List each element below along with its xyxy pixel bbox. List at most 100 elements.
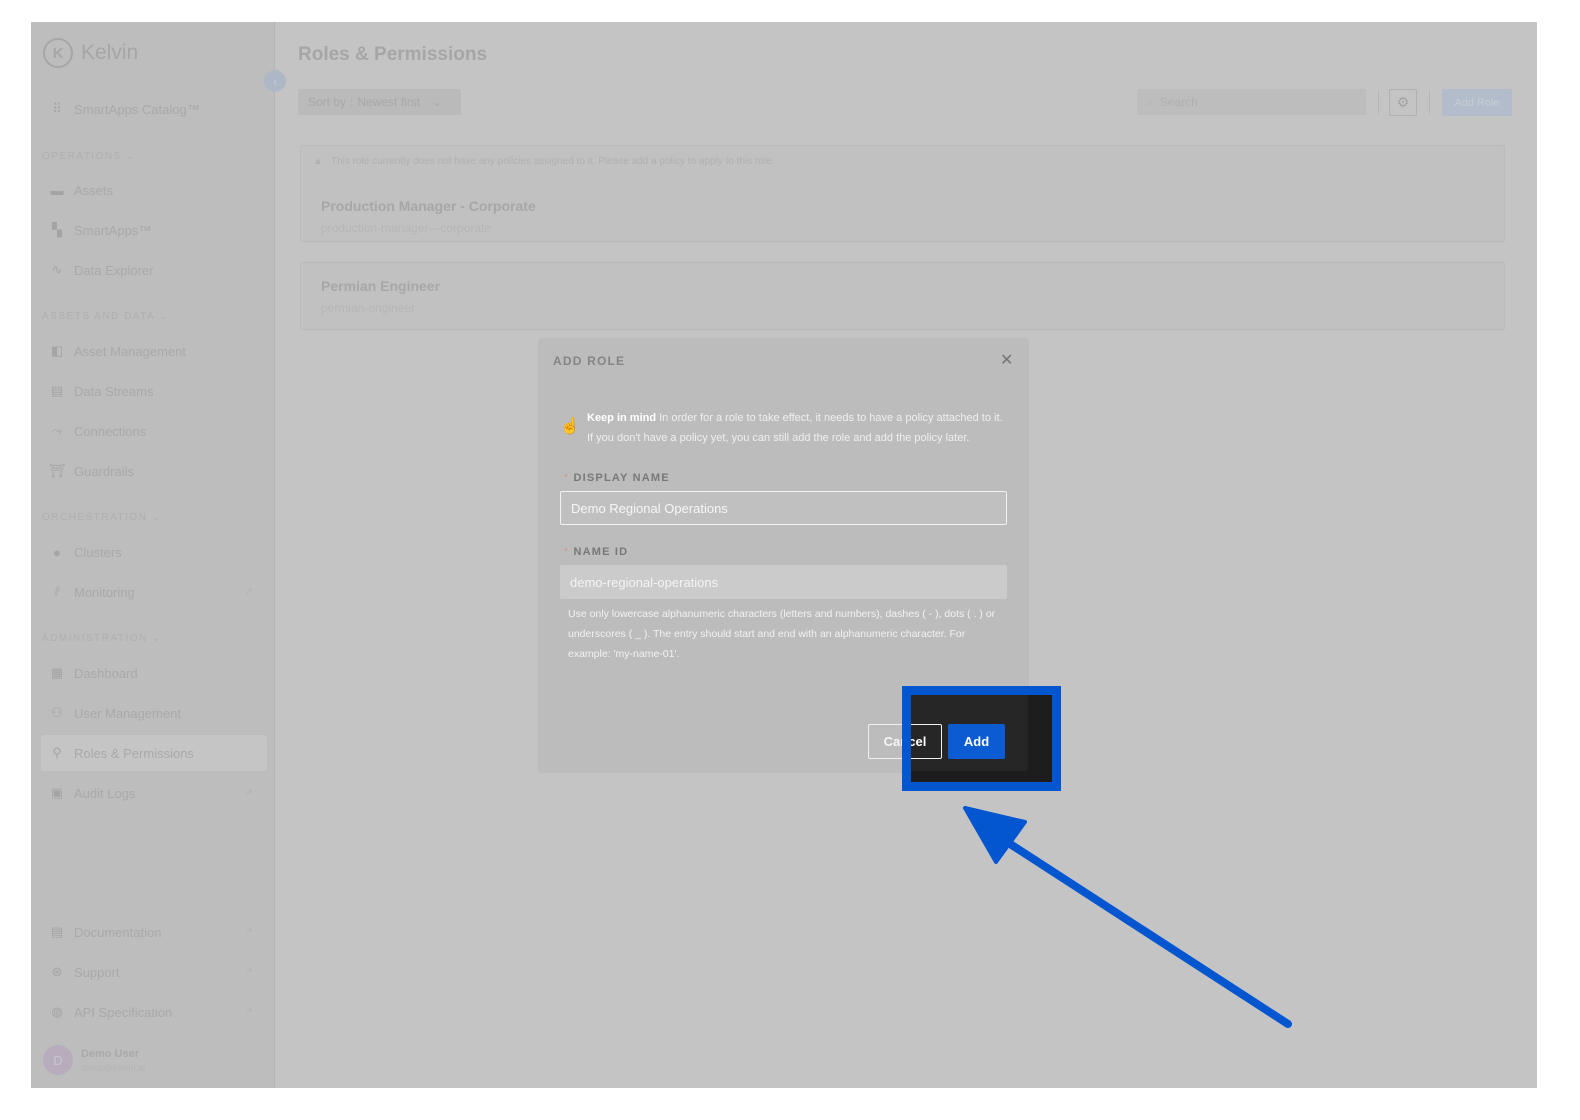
sidebar-item-label: Dashboard — [74, 665, 138, 681]
sidebar-item-label: Data Streams — [74, 383, 154, 399]
logo[interactable]: K Kelvin — [43, 38, 138, 68]
search-placeholder: Search — [1159, 95, 1198, 109]
sort-dropdown[interactable]: Sort by: Newest first ⌄ — [298, 89, 461, 115]
sidebar-item-label: Connections — [74, 423, 147, 439]
assets-icon: ▬ — [50, 182, 64, 198]
globe-icon: ◍ — [51, 1004, 63, 1019]
name-id-field[interactable] — [560, 565, 1007, 599]
sidebar-item-label: Data Explorer — [74, 262, 154, 278]
roles-icon: ⚲ — [52, 745, 62, 760]
cancel-button[interactable]: Cancel — [911, 724, 942, 759]
sidebar-item-assets[interactable]: ▬ Assets — [49, 180, 114, 200]
required-mark: * — [564, 472, 570, 484]
kelvin-logo-icon: K — [43, 38, 73, 68]
external-link-icon: ↗ — [244, 1006, 254, 1018]
page-title: Roles & Permissions — [298, 44, 488, 65]
role-id: permian-engineer — [321, 301, 416, 315]
connections-icon: ⤳ — [51, 423, 63, 438]
sidebar-item-clusters[interactable]: ● Clusters — [49, 542, 122, 562]
sidebar-item-support[interactable]: ⊛ Support — [49, 962, 120, 982]
sidebar-item-smartapps[interactable]: ▚ SmartApps™ — [49, 220, 151, 240]
add-button[interactable]: Add — [948, 724, 1005, 759]
sidebar-item-monitoring[interactable]: ⫽ Monitoring — [49, 582, 135, 602]
search-input[interactable]: ⌕ Search — [1137, 89, 1366, 115]
info-bold: Keep in mind — [587, 412, 657, 424]
sidebar-item-label: User Management — [74, 705, 181, 721]
info-message: Keep in mind In order for a role to take… — [587, 408, 1007, 448]
divider — [1429, 90, 1430, 114]
dashboard-icon: ▦ — [50, 665, 64, 680]
role-name: Permian Engineer — [321, 278, 441, 294]
settings-button[interactable]: ⚙ — [1389, 89, 1417, 116]
data-streams-icon: ▤ — [50, 383, 64, 398]
grid-icon: ⠿ — [52, 101, 62, 116]
audit-logs-icon: ▣ — [50, 785, 64, 800]
external-link-icon: ↗ — [244, 966, 254, 978]
sidebar-item-label: Audit Logs — [74, 785, 136, 801]
avatar: D — [43, 1045, 73, 1075]
apps-icon: ▚ — [52, 222, 62, 237]
sidebar-item-roles-permissions[interactable]: ⚲ Roles & Permissions — [49, 743, 194, 763]
monitoring-icon: ⫽ — [54, 584, 60, 599]
external-link-icon: ↗ — [244, 926, 254, 938]
role-name: Production Manager - Corporate — [321, 198, 536, 214]
asset-management-icon: ◧ — [50, 343, 64, 358]
sidebar-item-label: API Specification — [74, 1004, 173, 1020]
role-id: production-manager---corporate — [321, 221, 492, 235]
warning-text: This role currently does not have any po… — [330, 156, 775, 167]
sidebar-item-label: Support — [74, 964, 120, 980]
clusters-icon: ● — [53, 544, 61, 560]
gear-icon: ⚙ — [1396, 94, 1410, 110]
user-email: demo@kelvin.ai — [81, 1062, 146, 1073]
sidebar-item-label: SmartApps™ — [74, 222, 152, 238]
sidebar-item-label: Clusters — [74, 544, 122, 560]
sidebar-item-label: Guardrails — [74, 463, 134, 479]
name-id-hint: Use only lowercase alphanumeric characte… — [568, 608, 996, 660]
divider — [1378, 90, 1379, 114]
sidebar-item-label: SmartApps Catalog™ — [74, 101, 200, 117]
user-profile[interactable]: D Demo User demo@kelvin.ai — [43, 1045, 145, 1075]
sidebar-item-user-management[interactable]: ⚇ User Management — [49, 703, 181, 723]
sidebar-item-data-streams[interactable]: ▤ Data Streams — [49, 381, 154, 401]
external-link-icon: ↗ — [244, 586, 254, 598]
pulse-icon: ∿ — [51, 262, 63, 277]
role-card[interactable]: Permian Engineer permian-engineer — [300, 262, 1505, 330]
sidebar-item-audit-logs[interactable]: ▣ Audit Logs — [49, 783, 136, 803]
highlight-box: Cancel Add — [902, 686, 1061, 791]
sidebar-item-documentation[interactable]: ▤ Documentation — [49, 922, 162, 942]
required-mark: * — [564, 546, 570, 558]
documentation-icon: ▤ — [50, 924, 64, 939]
support-icon: ⊛ — [51, 964, 63, 979]
sidebar-item-api-specification[interactable]: ◍ API Specification — [49, 1002, 172, 1022]
sidebar-item-dashboard[interactable]: ▦ Dashboard — [49, 663, 138, 683]
sidebar-item-label: Roles & Permissions — [74, 745, 194, 761]
role-card[interactable]: ▲ This role currently does not have any … — [300, 145, 1505, 242]
sidebar: K Kelvin ⠿ SmartApps Catalog™ OPERATIONS… — [31, 22, 275, 1088]
section-orchestration[interactable]: ORCHESTRATION ⌄ — [42, 512, 162, 523]
sidebar-item-label: Asset Management — [74, 343, 187, 359]
user-name: Demo User — [81, 1047, 140, 1060]
sidebar-item-smartapps-catalog[interactable]: ⠿ SmartApps Catalog™ — [49, 99, 200, 119]
name-id-label: * NAME ID — [564, 546, 629, 558]
logo-text: Kelvin — [81, 41, 139, 64]
sidebar-item-guardrails[interactable]: ⛩ Guardrails — [49, 461, 134, 481]
sidebar-item-connections[interactable]: ⤳ Connections — [49, 421, 146, 441]
section-administration[interactable]: ADMINISTRATION ⌄ — [42, 633, 162, 644]
sidebar-item-asset-management[interactable]: ◧ Asset Management — [49, 341, 186, 361]
sort-label: Sort by — [308, 95, 347, 109]
guardrails-icon: ⛩ — [48, 463, 66, 478]
warning-icon: ▲ — [313, 156, 323, 167]
hand-icon: ☝ — [560, 418, 580, 435]
sidebar-item-label: Documentation — [74, 924, 162, 940]
app-window: K Kelvin ⠿ SmartApps Catalog™ OPERATIONS… — [31, 22, 1537, 1088]
display-name-field[interactable] — [560, 491, 1007, 525]
close-icon[interactable]: ✕ — [1000, 350, 1013, 370]
section-assets-and-data[interactable]: ASSETS AND DATA ⌄ — [42, 311, 169, 322]
sidebar-item-label: Assets — [74, 182, 114, 198]
section-operations[interactable]: OPERATIONS ⌄ — [42, 151, 136, 162]
collapse-sidebar-button[interactable]: ‹ — [264, 70, 286, 92]
external-link-icon: ↗ — [244, 787, 254, 799]
no-policy-warning: ▲ This role currently does not have any … — [313, 156, 775, 167]
add-role-button[interactable]: Add Role — [1442, 89, 1512, 116]
sidebar-item-data-explorer[interactable]: ∿ Data Explorer — [49, 260, 154, 280]
